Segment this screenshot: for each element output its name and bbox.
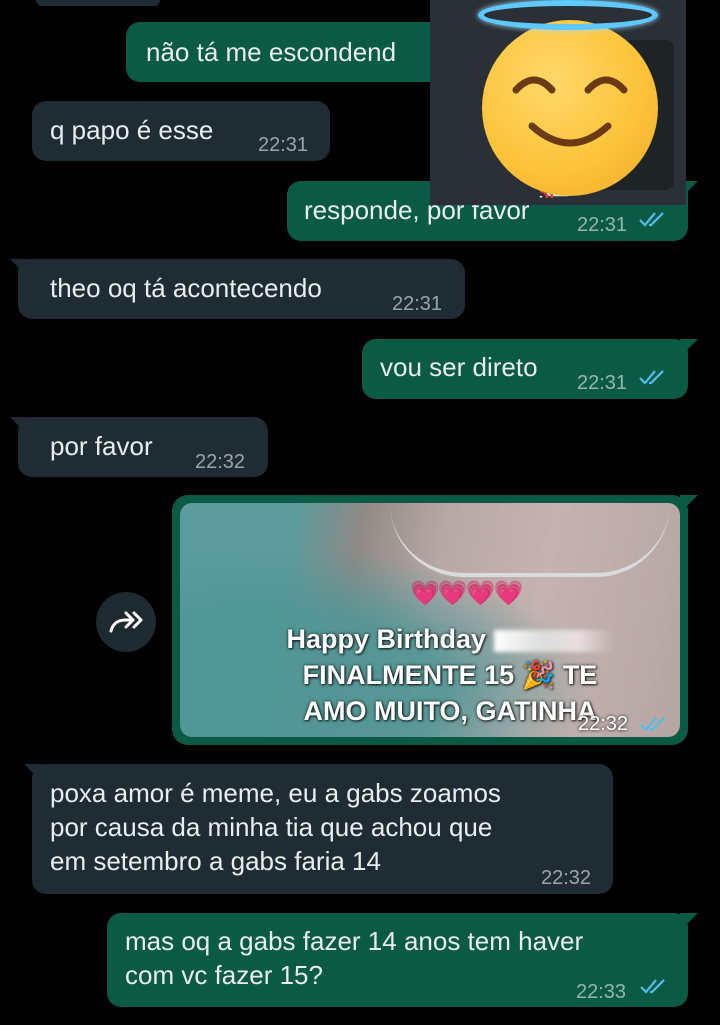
halo <box>478 0 658 30</box>
image-message[interactable]: 💗💗💗💗 Happy Birthday FINALMENTE 15 🎉 TE A… <box>172 495 688 745</box>
message-text: q papo é esse <box>50 115 214 145</box>
double-check-icon <box>640 979 665 994</box>
photo-caption-line: AMO MUITO, GATINHA <box>303 696 597 726</box>
photo-caption-line: Happy Birthday <box>286 624 487 654</box>
message-text: theo oq tá acontecendo <box>50 273 322 303</box>
message-time: 22:32 <box>578 713 629 735</box>
message-bubble-incoming[interactable]: poxa amor é meme, eu a gabs zoamos por c… <box>32 764 613 894</box>
message-time: 22:31 <box>577 214 628 236</box>
emoji-features <box>512 76 628 147</box>
message-text: vou ser direto <box>380 352 538 382</box>
message-time: 22:32 <box>541 867 592 889</box>
message-text: por favor <box>50 431 153 461</box>
forward-button[interactable] <box>96 592 156 652</box>
message-text: não tá me escondend <box>146 37 397 67</box>
message-text: poxa amor é meme, eu a gabs zoamos por c… <box>50 778 501 876</box>
double-check-icon <box>640 717 665 732</box>
message-time: 22:31 <box>577 372 628 394</box>
message-bubble-outgoing[interactable]: mas oq a gabs fazer 14 anos tem haver co… <box>107 913 688 1007</box>
double-check-icon <box>639 370 664 385</box>
message-bubble-outgoing[interactable]: vou ser direto 22:31 <box>362 339 688 399</box>
message-bubble-outgoing[interactable]: não tá me escondend <box>126 22 456 82</box>
message-time: 22:31 <box>392 293 443 315</box>
previous-bubble-edge <box>36 0 160 6</box>
smiling-face-with-halo-emoji <box>482 20 658 196</box>
photo-caption-line: FINALMENTE 15 🎉 TE <box>302 660 598 690</box>
message-time: 22:32 <box>195 451 246 473</box>
photo-hearts: 💗💗💗💗 <box>410 580 524 607</box>
photo-caption: Happy Birthday FINALMENTE 15 🎉 TE AMO MU… <box>270 621 630 729</box>
necklace <box>390 503 670 577</box>
message-bubble-incoming[interactable]: por favor 22:32 <box>18 417 268 477</box>
message-text: mas oq a gabs fazer 14 anos tem haver co… <box>125 926 584 990</box>
message-bubble-incoming[interactable]: q papo é esse 22:31 <box>32 101 330 161</box>
message-photo[interactable]: 💗💗💗💗 Happy Birthday FINALMENTE 15 🎉 TE A… <box>180 503 680 737</box>
message-time: 22:33 <box>576 981 627 1003</box>
forward-icon <box>109 611 143 633</box>
double-check-icon <box>639 212 664 227</box>
message-bubble-incoming[interactable]: theo oq tá acontecendo 22:31 <box>18 259 465 319</box>
message-time: 22:31 <box>258 134 309 156</box>
blurred-name <box>493 629 614 652</box>
